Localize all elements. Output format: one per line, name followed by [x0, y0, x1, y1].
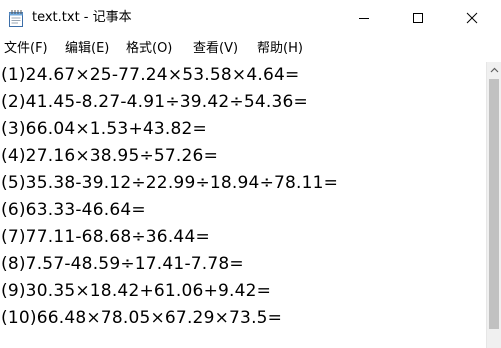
minimize-button[interactable]: [341, 0, 387, 36]
text-line: (3)66.04×1.53+43.82=: [1, 119, 207, 139]
maximize-icon: [413, 13, 423, 23]
close-icon: [466, 12, 478, 24]
editor-area: (1)24.67×25-77.24×53.58×4.64= (2)41.45-8…: [0, 62, 501, 348]
vertical-scrollbar[interactable]: [486, 62, 501, 348]
text-line: (10)66.48×78.05×67.29×73.5=: [1, 308, 283, 328]
title-bar: text.txt - 记事本: [0, 0, 501, 36]
window-title: text.txt - 记事本: [32, 10, 132, 25]
menu-file[interactable]: 文件(F): [4, 40, 48, 58]
maximize-button[interactable]: [395, 0, 441, 36]
scrollbar-thumb[interactable]: [489, 79, 499, 329]
text-line: (5)35.38-39.12÷22.99÷18.94÷78.11=: [1, 173, 339, 193]
menu-bar: 文件(F) 编辑(E) 格式(O) 查看(V) 帮助(H): [0, 36, 501, 62]
notepad-icon: [8, 9, 24, 27]
text-line: (6)63.33-46.64=: [1, 200, 146, 220]
scroll-up-button[interactable]: [487, 62, 501, 77]
menu-view[interactable]: 查看(V): [193, 40, 238, 58]
close-button[interactable]: [449, 0, 495, 36]
text-line: (9)30.35×18.42+61.06+9.42=: [1, 281, 272, 301]
text-line: (7)77.11-68.68÷36.44=: [1, 227, 210, 247]
menu-edit[interactable]: 编辑(E): [65, 40, 109, 58]
chevron-up-icon: [490, 67, 499, 72]
text-line: (1)24.67×25-77.24×53.58×4.64=: [1, 65, 300, 85]
menu-help[interactable]: 帮助(H): [257, 40, 303, 58]
text-line: (2)41.45-8.27-4.91÷39.42÷54.36=: [1, 92, 308, 112]
text-content[interactable]: (1)24.67×25-77.24×53.58×4.64= (2)41.45-8…: [0, 62, 486, 348]
text-line: (8)7.57-48.59÷17.41-7.78=: [1, 254, 244, 274]
minimize-icon: [359, 18, 369, 19]
text-line: (4)27.16×38.95÷57.26=: [1, 146, 219, 166]
menu-format[interactable]: 格式(O): [126, 40, 172, 58]
